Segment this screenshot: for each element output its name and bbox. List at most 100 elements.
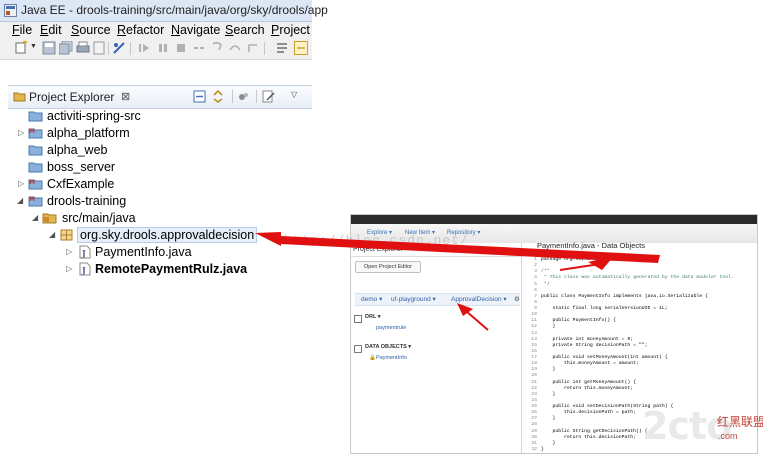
print-icon[interactable] [76,41,90,55]
open-project-editor-button[interactable]: Open Project Editor [355,261,421,273]
tree-item-selected[interactable]: ◢ org.sky.drools.approvaldecision [8,227,312,244]
code-line: 9 static final long serialVersionUID = 1… [526,306,668,311]
line-number: 24 [531,397,537,403]
tree-item[interactable]: ▷ M CxfExample [8,176,312,193]
step-return-icon[interactable] [246,41,260,55]
chevron-down-icon[interactable]: ▼ [30,43,37,50]
crumb-demo[interactable]: demo ▾ [361,295,382,303]
toolbar-separator [264,42,265,55]
crumb-uf-playground[interactable]: uf-playground ▾ [391,295,436,303]
java-file-icon: J [79,245,91,259]
tree-item[interactable]: ▷ M alpha_platform [8,125,312,142]
nav-new-item[interactable]: New Item ▾ [405,229,435,236]
collapse-arrow-icon[interactable]: ◢ [32,213,38,222]
data-object-item[interactable]: PaymentInfo [376,355,407,361]
save-all-icon[interactable] [59,41,73,55]
tree-item[interactable]: ▷ J PaymentInfo.java [8,244,312,261]
window-title: Java EE - drools-training/src/main/java/… [21,3,328,17]
expand-arrow-icon[interactable]: ▷ [18,179,24,188]
expand-arrow-icon[interactable]: ▷ [18,128,24,137]
nav-repository[interactable]: Repository ▾ [447,229,480,236]
run-config-icon[interactable] [275,41,289,55]
project-explorer-tab[interactable]: Project Explorer ⊠ ▽ [8,85,312,109]
nav-explore[interactable]: Explore ▾ [367,229,392,236]
line-number: 1 [534,257,537,262]
divider [351,256,521,257]
drl-item[interactable]: paymentrule [376,325,406,331]
code-line: 6 [526,288,541,293]
tree-item[interactable]: ◢ M drools-training [8,193,312,210]
line-number: 2 [534,263,537,269]
eclipse-icon [4,4,17,17]
settings-icon[interactable]: ⚙ [514,295,520,303]
expand-arrow-icon[interactable]: ▷ [66,264,72,273]
svg-text:J: J [81,248,86,258]
line-number: 19 [531,367,537,373]
collapse-arrow-icon[interactable]: ◢ [49,230,55,239]
project-tree: activiti-spring-src ▷ M alpha_platform a… [8,108,312,288]
code-text: package org.sky.drools.approvaldecision; [541,257,657,262]
line-number: 6 [534,287,537,293]
maven-project-icon: M [28,128,43,139]
code-text: this.moneyAmount = amount; [541,361,639,367]
expand-arrow-icon[interactable]: ▷ [66,247,72,256]
collapse-all-icon[interactable] [193,90,206,103]
tree-item[interactable]: alpha_web [8,142,312,159]
skip-breakpoints-icon[interactable] [112,41,126,55]
code-text: } [541,391,556,397]
code-line: 27 } [526,416,555,421]
tree-item[interactable]: activiti-spring-src [8,108,312,125]
code-line: 16 [526,349,541,354]
menu-file[interactable]: File [12,23,32,37]
collapse-arrow-icon[interactable]: ◢ [17,196,23,205]
menu-refactor[interactable]: Refactor [117,23,164,37]
line-number: 22 [531,385,537,391]
resume-icon[interactable] [137,41,151,55]
main-toolbar: ▼ [0,39,312,60]
code-line: 22 return this.moneyAmount; [526,386,633,391]
code-line: 14 private int moneyAmount = 0; [526,337,633,342]
edit-view-icon[interactable] [262,90,275,103]
menu-edit[interactable]: Edit [40,23,62,37]
tree-item[interactable]: ◢ src/main/java [8,210,312,227]
menu-search[interactable]: Search [225,23,265,37]
disconnect-icon[interactable] [192,41,206,55]
code-text: return this.decisionPath; [541,434,636,440]
menu-navigate[interactable]: Navigate [171,23,220,37]
code-text: } [541,324,556,330]
step-over-icon[interactable] [228,41,242,55]
step-into-icon[interactable] [210,41,224,55]
code-text: private String decisionPath = ""; [541,342,648,348]
link-editor-icon[interactable] [212,90,225,103]
code-text: } [541,367,556,373]
code-line: 4 * This class was automatically generat… [526,275,734,280]
window-title-bar: Java EE - drools-training/src/main/java/… [0,0,328,22]
crumb-approval-decision[interactable]: ApprovalDecision ▾ [451,295,507,303]
line-number: 21 [531,379,537,385]
data-objects-section[interactable]: DATA OBJECTS ▾ [365,344,411,350]
tree-item[interactable]: boss_server [8,159,312,176]
data-objects-icon [354,345,362,353]
view-menu-icon[interactable]: ▽ [291,90,297,99]
toggle-mark-icon[interactable] [294,41,308,55]
toolbar-doc-icon[interactable] [92,41,106,55]
save-icon[interactable] [42,41,56,55]
suspend-icon[interactable] [156,41,170,55]
code-line: 15 private String decisionPath = ""; [526,342,648,348]
code-text: public PaymentInfo() { [541,318,616,324]
svg-text:M: M [29,128,35,135]
code-editor[interactable]: 1 package org.sky.drools.approvaldecision… [526,257,756,453]
focus-task-icon[interactable] [237,90,250,103]
code-text: public String getDecisionPath() { [541,428,648,434]
new-icon[interactable] [14,41,28,55]
drl-section[interactable]: DRL ▾ [365,314,381,320]
terminate-icon[interactable] [174,41,188,55]
tree-item[interactable]: ▷ J RemotePaymentRulz.java [8,261,312,278]
package-icon [60,229,73,241]
menu-project[interactable]: Project [271,23,310,37]
code-text: public void setDecisionPath(String path)… [541,404,674,409]
code-line: 7 public class PaymentInfo implements jav… [526,294,708,299]
close-icon[interactable]: ⊠ [121,90,130,103]
eclipse-window: Java EE - drools-training/src/main/java/… [0,0,328,295]
menu-source[interactable]: Source [71,23,111,37]
